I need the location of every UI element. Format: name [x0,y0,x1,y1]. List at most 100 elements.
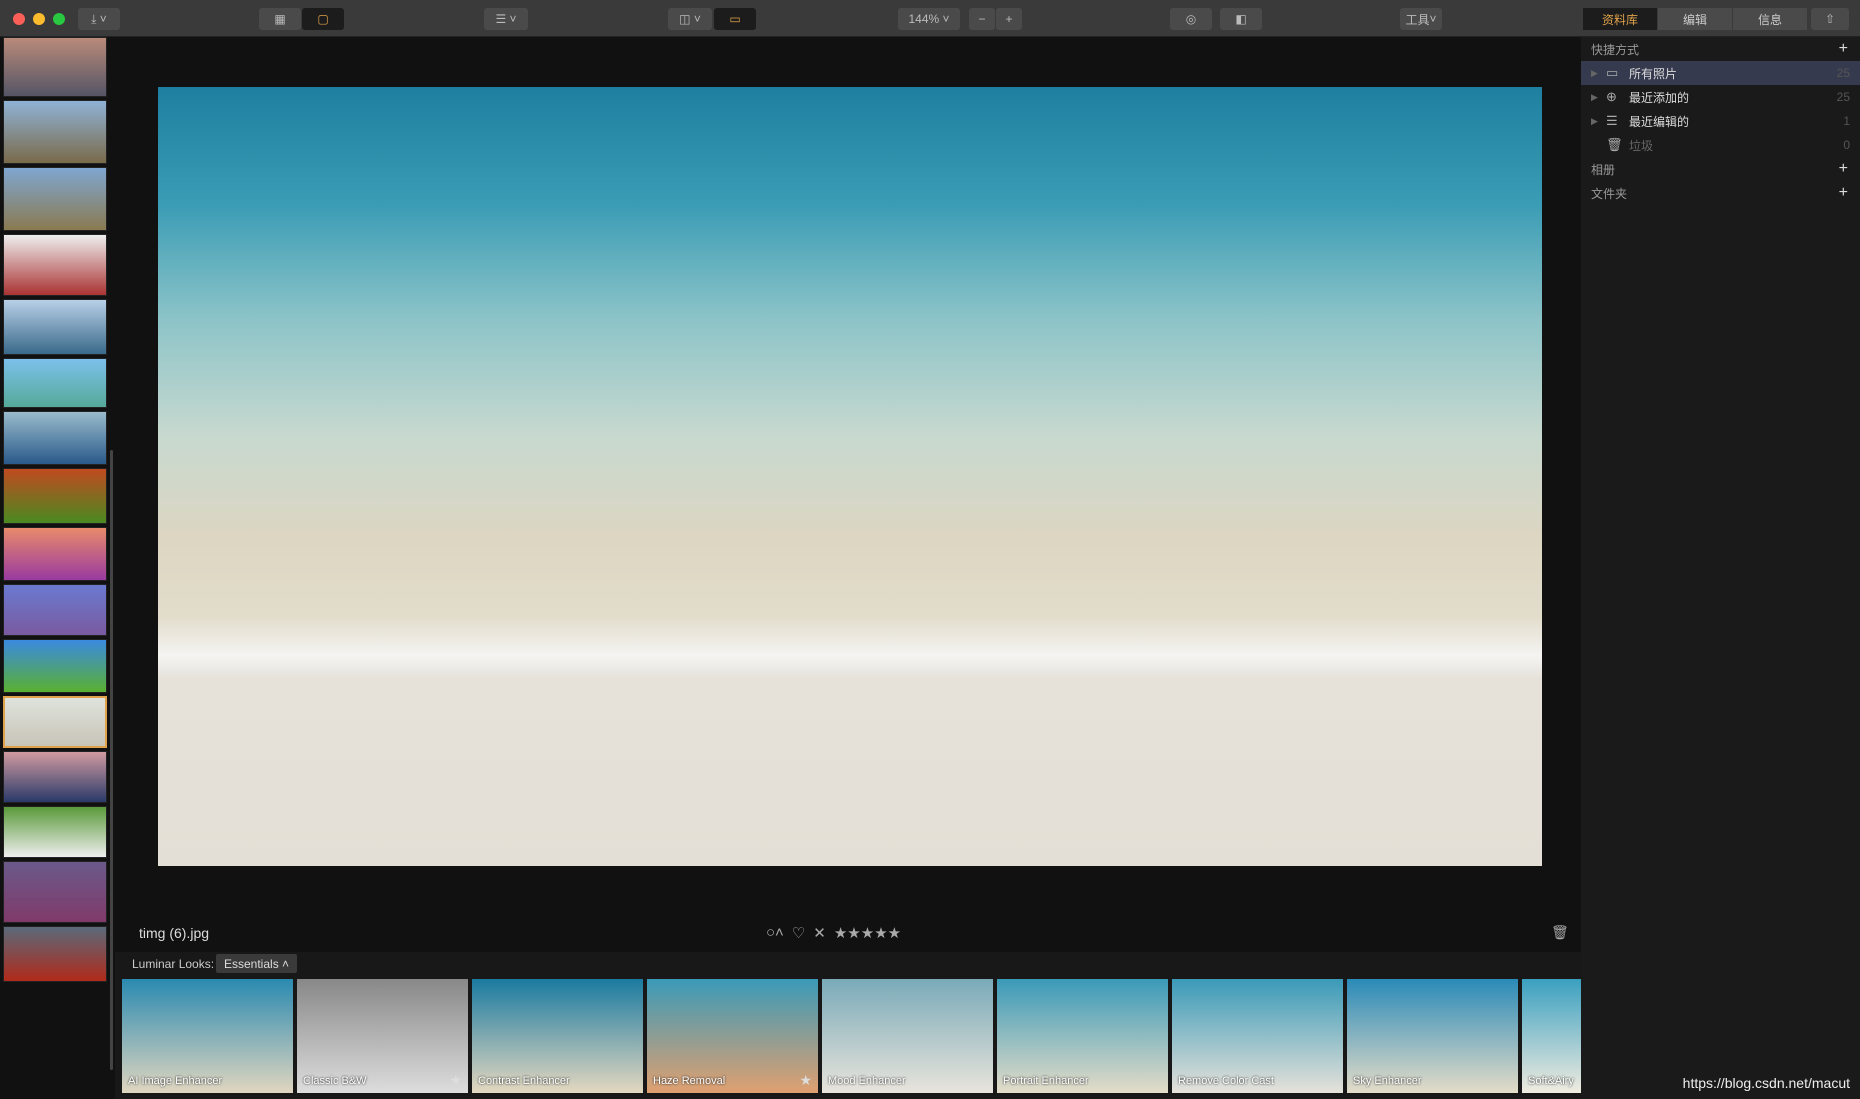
filmstrip-thumbnail[interactable] [3,527,107,581]
compare-button[interactable]: ◧ [1220,8,1262,30]
stack-icon: ▭ [1606,65,1619,80]
compare-icon: ◧ [1235,12,1247,26]
main-photo [158,87,1542,866]
look-thumbnail[interactable]: Mood Enhancer [822,979,993,1093]
sidebar-item-count: 0 [1843,138,1850,152]
import-button[interactable]: ⤓ ˅ [78,8,120,30]
look-thumbnail[interactable]: Soft&Airy [1522,979,1581,1093]
look-name: Soft&Airy [1528,1075,1574,1087]
sidebar-item[interactable]: 🗑 垃圾 0 [1581,133,1860,157]
close-button[interactable] [13,13,25,25]
grid-icon: ▦ [274,12,286,26]
look-name: Remove Color Cast [1178,1075,1274,1087]
zoom-in-button[interactable]: + [996,8,1022,30]
toolbar: ⤓ ˅ ▦ ▢ ☰ ˅ ◫ ˅ ▭ 144% ˅ − + ◎ ◧ 工具 ˅ ⇧ [0,0,1860,37]
eye-icon: ◎ [1185,12,1197,26]
filmstrip-thumbnail[interactable] [3,468,107,524]
tools-label: 工具 [1405,12,1430,27]
filmstrip [0,37,108,1099]
disclosure-triangle-icon[interactable]: ▶ [1591,92,1598,103]
look-name: Portrait Enhancer [1003,1075,1089,1087]
grid-view-button[interactable]: ▦ [259,8,301,30]
filmstrip-scrollbar[interactable] [110,450,113,1070]
mode-tabs: 资料库 编辑 信息 [1583,8,1808,30]
add-album-button[interactable]: + [1839,160,1848,178]
disclosure-triangle-icon[interactable]: ▶ [1591,68,1598,79]
filmstrip-thumbnail[interactable] [3,167,107,231]
preview-button[interactable]: ◎ [1170,8,1212,30]
tab-edit[interactable]: 编辑 [1658,8,1732,30]
sliders-icon: ☰ [1606,113,1618,128]
look-thumbnail[interactable]: Haze Removal ★ [647,979,818,1093]
reject-button[interactable]: ✕ [813,924,826,942]
look-name: Contrast Enhancer [478,1075,570,1087]
panel-icon: ◫ ˅ [679,12,701,26]
looks-label: Luminar Looks: [132,957,215,971]
sidebar-item[interactable]: ▶ ⊕ 最近添加的 25 [1581,85,1860,109]
tab-library[interactable]: 资料库 [1583,8,1657,30]
filmstrip-thumbnail[interactable] [3,358,107,408]
sort-button[interactable]: ☰ ˅ [484,8,528,30]
shortcuts-header: 快捷方式 + [1581,37,1860,61]
download-icon: ⤓ ˅ [91,11,107,26]
add-folder-button[interactable]: + [1839,184,1848,202]
disclosure-triangle-icon[interactable]: ▶ [1591,116,1598,127]
filmstrip-thumbnail[interactable] [3,411,107,465]
plus-circle-icon: ⊕ [1606,89,1617,104]
filmstrip-thumbnail[interactable] [3,100,107,164]
filmstrip-thumbnail[interactable] [3,926,107,982]
tab-info[interactable]: 信息 [1733,8,1807,30]
filmstrip-thumbnail[interactable] [3,299,107,355]
filmstrip-thumbnail[interactable] [3,234,107,296]
sidebar-item[interactable]: ▶ ▭ 所有照片 25 [1581,61,1860,85]
filename: timg (6).jpg [139,925,210,941]
look-name: AI Image Enhancer [128,1075,223,1087]
look-name: Mood Enhancer [828,1075,906,1087]
star-rating[interactable]: ★★★★★ [834,924,901,942]
flag-button[interactable]: ○˄ [766,924,784,942]
look-thumbnail[interactable]: Remove Color Cast [1172,979,1343,1093]
trash-icon: 🗑 [1606,137,1623,152]
filmstrip-thumbnail[interactable] [3,806,107,858]
looks-collection-select[interactable]: Essentials ˄ [216,954,298,973]
filmstrip-thumbnail[interactable] [3,696,107,748]
zoom-button[interactable] [53,13,65,25]
filmstrip-thumbnail[interactable] [3,584,107,636]
look-thumbnail[interactable]: AI Image Enhancer [122,979,293,1093]
zoom-select[interactable]: 144% ˅ [898,8,960,30]
tools-menu[interactable]: 工具 ˅ [1400,8,1442,30]
folders-header: 文件夹 + [1581,181,1860,205]
sidebar-item-label: 垃圾 [1629,138,1654,153]
trash-icon[interactable]: 🗑 [1551,924,1569,941]
watermark: https://blog.csdn.net/macut [1682,1075,1850,1091]
rating-bar: ○˄ ♡ ✕ ★★★★★ [766,924,901,942]
look-thumbnail[interactable]: Portrait Enhancer [997,979,1168,1093]
filmstrip-thumbnail[interactable] [3,751,107,803]
look-name: Classic B&W [303,1075,367,1087]
look-thumbnail[interactable]: Sky Enhancer [1347,979,1518,1093]
share-button[interactable]: ⇧ [1811,8,1849,30]
square-icon: ▢ [317,12,329,26]
sidebar-toggle-button[interactable]: ◫ ˅ [668,8,712,30]
sidebar-item[interactable]: ▶ ☰ 最近编辑的 1 [1581,109,1860,133]
albums-label: 相册 [1591,162,1616,177]
favorite-star-icon[interactable]: ★ [449,1072,462,1089]
filmstrip-toggle-button[interactable]: ▭ [714,8,756,30]
heart-icon[interactable]: ♡ [792,924,805,942]
favorite-star-icon[interactable]: ★ [799,1072,812,1089]
look-name: Haze Removal [653,1075,726,1087]
sidebar-item-count: 1 [1843,114,1850,128]
folders-label: 文件夹 [1591,186,1628,201]
add-shortcut-button[interactable]: + [1839,40,1848,58]
filmstrip-thumbnail[interactable] [3,37,107,97]
zoom-out-button[interactable]: − [969,8,995,30]
minimize-button[interactable] [33,13,45,25]
filmstrip-thumbnail[interactable] [3,861,107,923]
look-thumbnail[interactable]: Contrast Enhancer [472,979,643,1093]
share-icon: ⇧ [1824,12,1836,26]
sidebar-item-label: 最近添加的 [1629,90,1690,105]
filmstrip-thumbnail[interactable] [3,639,107,693]
look-thumbnail[interactable]: Classic B&W ★ [297,979,468,1093]
albums-header: 相册 + [1581,157,1860,181]
single-view-button[interactable]: ▢ [302,8,344,30]
